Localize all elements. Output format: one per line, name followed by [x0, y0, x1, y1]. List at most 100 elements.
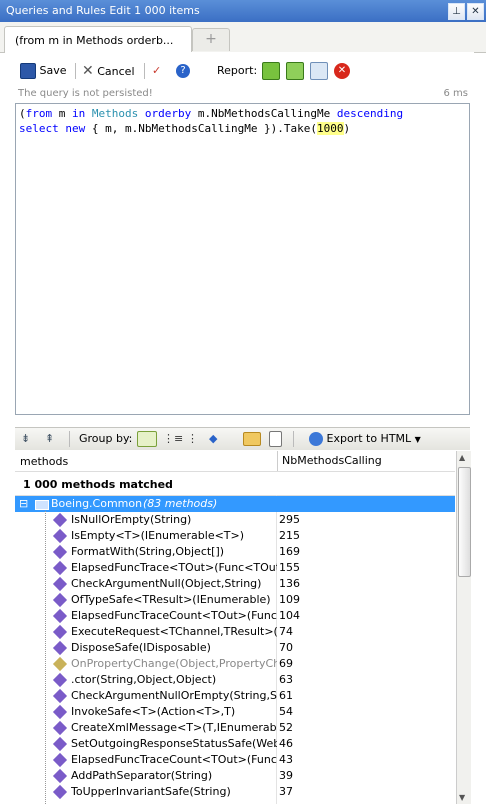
floppy-disk-icon: [20, 63, 36, 79]
method-row[interactable]: OnPropertyChange(Object,PropertyChang69: [15, 656, 455, 672]
stop-button[interactable]: ✕: [334, 60, 350, 82]
method-row[interactable]: .ctor(String,Object,Object) 63: [15, 672, 455, 688]
scroll-up-icon[interactable]: ▲: [459, 453, 465, 462]
query-line-2: select new { m, m.NbMethodsCallingMe }).…: [19, 122, 351, 135]
method-name: ElapsedFuncTraceCount<TOut>(Func<T: [71, 609, 277, 622]
method-icon: [52, 720, 68, 736]
group-by-assembly-button[interactable]: [137, 428, 157, 450]
metric-value: 63: [279, 673, 293, 686]
cancel-label: Cancel: [97, 65, 135, 78]
method-icon: [52, 608, 68, 624]
method-name: SetOutgoingResponseStatusSafe(WebOp: [71, 737, 277, 750]
report-table-button[interactable]: [310, 60, 328, 82]
method-icon: [52, 592, 68, 608]
help-button[interactable]: ?: [176, 60, 190, 82]
method-name: .ctor(String,Object,Object): [71, 673, 217, 686]
expand-all-icon: ⇟: [21, 432, 31, 445]
method-icon: [52, 544, 68, 560]
group-by-folder-button[interactable]: [243, 428, 261, 450]
plus-icon: +: [205, 31, 217, 47]
method-icon: [52, 656, 68, 672]
pin-icon[interactable]: ⊥: [448, 3, 465, 20]
collapse-toggle-icon[interactable]: ⊟: [19, 496, 28, 512]
expand-all-button[interactable]: ⇟: [21, 428, 30, 450]
new-tab-button[interactable]: +: [192, 28, 230, 51]
method-row[interactable]: SetOutgoingResponseStatusSafe(WebOp 46: [15, 736, 455, 752]
method-icon: [52, 688, 68, 704]
method-name: ToUpperInvariantSafe(String): [71, 785, 231, 798]
group-by-member-button[interactable]: ◆: [209, 428, 217, 450]
method-icon: [52, 672, 68, 688]
save-label: Save: [39, 64, 67, 77]
method-row[interactable]: IsNullOrEmpty(String) 295: [15, 512, 455, 528]
report-list-icon: [286, 62, 304, 80]
method-row[interactable]: FormatWith(String,Object[]) 169: [15, 544, 455, 560]
query-editor[interactable]: (from m in Methods orderby m.NbMethodsCa…: [15, 103, 470, 415]
report-list-button[interactable]: [286, 60, 304, 82]
method-row[interactable]: CheckArgumentNullOrEmpty(String,String61: [15, 688, 455, 704]
save-button[interactable]: Save: [20, 60, 67, 82]
tab-query[interactable]: (from m in Methods orderb...: [4, 26, 192, 53]
toolbar-separator: [293, 431, 294, 447]
method-row[interactable]: DisposeSafe(IDisposable) 70: [15, 640, 455, 656]
check-query-button[interactable]: ✓: [152, 60, 161, 82]
method-icon: [52, 528, 68, 544]
method-row[interactable]: IsEmpty<T>(IEnumerable<T>) 215: [15, 528, 455, 544]
collapse-all-icon: ⇞: [45, 432, 55, 445]
chevron-down-icon: ▼: [414, 435, 421, 444]
report-bar-chart-button[interactable]: [262, 60, 280, 82]
group-row[interactable]: ⊟ Boeing.Common (83 methods): [15, 496, 455, 512]
results-toolbar: ⇟ ⇞ Group by: ⋮≡ ⋮ ◆ Export to HTML ▼: [15, 427, 470, 450]
summary-text: 1 000 methods matched: [23, 478, 173, 491]
group-by-namespace-button[interactable]: ⋮≡: [163, 428, 183, 450]
group-name: Boeing.Common: [51, 497, 143, 510]
method-name: DisposeSafe(IDisposable): [71, 641, 211, 654]
group-by-type-button[interactable]: ⋮: [187, 428, 198, 450]
elapsed-time: 6 ms: [443, 88, 469, 99]
method-row[interactable]: CheckArgumentNull(Object,String) 136: [15, 576, 455, 592]
assembly-icon: [137, 431, 157, 447]
method-icon: [52, 576, 68, 592]
metric-value: 43: [279, 753, 293, 766]
globe-icon: [309, 432, 323, 446]
method-name: CreateXmlMessage<T>(T,IEnumerable<K: [71, 721, 277, 734]
column-header-methods[interactable]: methods: [20, 455, 68, 468]
method-row[interactable]: OfTypeSafe<TResult>(IEnumerable) 109: [15, 592, 455, 608]
group-by-file-button[interactable]: [269, 428, 282, 450]
method-row[interactable]: CreateXmlMessage<T>(T,IEnumerable<K52: [15, 720, 455, 736]
column-header-metric[interactable]: NbMethodsCallingMe: [277, 451, 382, 471]
grid-header: methods NbMethodsCallingMe: [15, 451, 455, 472]
method-row[interactable]: ToUpperInvariantSafe(String) 37: [15, 784, 455, 800]
method-row[interactable]: ElapsedFuncTrace<TOut>(Func<TOut>,S 155: [15, 560, 455, 576]
collapse-all-button[interactable]: ⇞: [45, 428, 54, 450]
close-icon[interactable]: ✕: [467, 3, 484, 20]
metric-value: 54: [279, 705, 293, 718]
metric-value: 52: [279, 721, 293, 734]
method-row[interactable]: InvokeSafe<T>(Action<T>,T) 54: [15, 704, 455, 720]
metric-value: 104: [279, 609, 300, 622]
export-to-html-button[interactable]: Export to HTML ▼: [309, 428, 421, 450]
group-count: (83 methods): [143, 497, 218, 510]
folder-icon: [243, 432, 261, 446]
method-row[interactable]: ElapsedFuncTraceCount<TOut>(Func<T 104: [15, 608, 455, 624]
method-icon: [52, 768, 68, 784]
method-icon: [52, 560, 68, 576]
method-name: CheckArgumentNullOrEmpty(String,String: [71, 689, 277, 702]
vertical-scrollbar[interactable]: ▲ ▼: [456, 451, 471, 804]
scroll-down-icon[interactable]: ▼: [459, 793, 465, 802]
metric-value: 215: [279, 529, 300, 542]
member-icon: ◆: [209, 432, 218, 445]
method-name: AddPathSeparator(String): [71, 769, 213, 782]
method-row[interactable]: AddPathSeparator(String) 39: [15, 768, 455, 784]
method-name: InvokeSafe<T>(Action<T>,T): [71, 705, 236, 718]
method-row[interactable]: ExecuteRequest<TChannel,TResult>(Cha 74: [15, 624, 455, 640]
results-summary: 1 000 methods matched: [15, 473, 455, 496]
method-row[interactable]: ElapsedFuncTraceCount<TOut>(Func<TC 43: [15, 752, 455, 768]
cancel-x-icon: ✕: [82, 63, 94, 79]
metric-value: 155: [279, 561, 300, 574]
scroll-thumb[interactable]: [458, 467, 471, 577]
namespace-tree-icon: ⋮≡: [163, 432, 184, 445]
toolbar-separator: [75, 63, 76, 79]
method-icon: [52, 704, 68, 720]
cancel-button[interactable]: ✕ Cancel: [82, 60, 135, 82]
